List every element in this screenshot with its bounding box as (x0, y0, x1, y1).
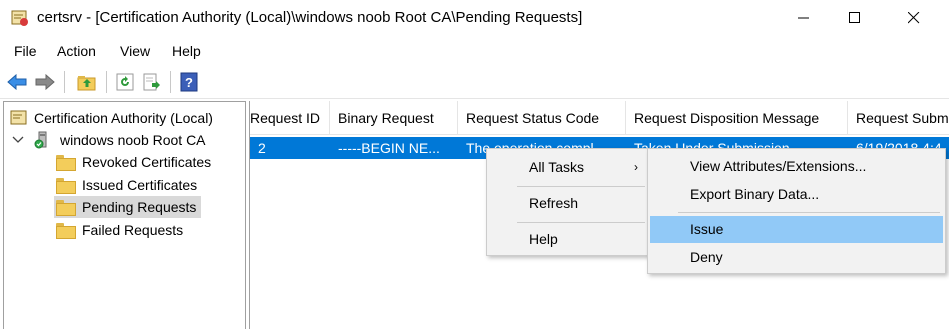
menu-item-view-attributes-extensions[interactable]: View Attributes/Extensions... (650, 151, 943, 181)
tree-item-label: Issued Certificates (82, 177, 198, 193)
tree-item-failed-requests[interactable]: Failed Requests (56, 219, 183, 241)
console-tree: Certification Authority (Local) windows … (3, 101, 246, 329)
export-list-icon[interactable] (141, 71, 163, 93)
tree-item-label: Pending Requests (82, 199, 197, 215)
ca-console-icon (10, 110, 27, 125)
up-folder-icon[interactable] (76, 71, 98, 93)
refresh-icon[interactable] (114, 71, 136, 93)
minimize-button[interactable] (781, 0, 827, 36)
tree-item-revoked-certificates[interactable]: Revoked Certificates (56, 151, 211, 173)
svg-text:?: ? (185, 75, 193, 90)
menu-item-export-binary-data[interactable]: Export Binary Data... (650, 179, 943, 209)
menu-bar: File Action View Help (0, 37, 949, 64)
tree-item-windows-noob-root-ca[interactable]: windows noob Root CA (12, 129, 206, 151)
column-header-request-status-code[interactable]: Request Status Code (458, 101, 626, 135)
forward-arrow-icon[interactable] (34, 71, 56, 93)
toolbar-separator (64, 71, 65, 93)
menu-help[interactable]: Help (172, 43, 201, 59)
certsrv-app-icon[interactable] (11, 9, 29, 27)
tree-item-label: Revoked Certificates (82, 154, 212, 170)
column-header-row: Request ID Binary Request Request Status… (250, 101, 949, 135)
menu-item-refresh[interactable]: Refresh (489, 188, 646, 218)
folder-icon (56, 178, 76, 194)
menu-item-all-tasks[interactable]: All Tasks › (489, 152, 646, 182)
chevron-down-icon[interactable] (12, 134, 24, 146)
tree-item-certification-authority[interactable]: Certification Authority (Local) (10, 107, 213, 129)
cell-binary-request: -----BEGIN NE... (338, 140, 440, 156)
tree-item-label: Certification Authority (Local) (34, 110, 213, 126)
window-title: certsrv - [Certification Authority (Loca… (37, 9, 583, 26)
folder-icon (56, 155, 76, 171)
column-header-request-id[interactable]: Request ID (250, 101, 330, 135)
folder-icon (56, 223, 76, 239)
all-tasks-submenu: View Attributes/Extensions... Export Bin… (647, 148, 946, 274)
toolbar: ? (0, 65, 949, 99)
cell-request-id: 2 (258, 140, 266, 156)
context-menu: All Tasks › Refresh Help (486, 148, 649, 256)
submenu-arrow-icon: › (634, 160, 638, 174)
menu-separator (517, 222, 645, 223)
menu-separator (678, 212, 940, 213)
menu-separator (517, 186, 645, 187)
ca-server-icon (34, 131, 47, 149)
menu-item-label: All Tasks (529, 159, 584, 175)
toolbar-separator (170, 71, 171, 93)
tree-item-issued-certificates[interactable]: Issued Certificates (56, 174, 197, 196)
tree-item-pending-requests[interactable]: Pending Requests (54, 196, 202, 218)
back-arrow-icon[interactable] (6, 71, 28, 93)
folder-icon (56, 200, 76, 216)
title-bar: certsrv - [Certification Authority (Loca… (0, 0, 949, 36)
column-header-request-disposition-message[interactable]: Request Disposition Message (626, 101, 848, 135)
menu-view[interactable]: View (120, 43, 150, 59)
menu-item-help[interactable]: Help (489, 224, 646, 254)
menu-item-issue[interactable]: Issue (650, 216, 943, 243)
menu-item-deny[interactable]: Deny (650, 243, 943, 271)
column-header-request-submission-date[interactable]: Request Submission Date (848, 101, 949, 135)
column-header-binary-request[interactable]: Binary Request (330, 101, 458, 135)
menu-file[interactable]: File (14, 43, 37, 59)
maximize-button[interactable] (832, 0, 878, 36)
tree-item-label: windows noob Root CA (60, 132, 206, 148)
tree-item-label: Failed Requests (82, 222, 184, 238)
menu-action[interactable]: Action (57, 43, 96, 59)
help-icon[interactable]: ? (178, 71, 200, 93)
close-button[interactable] (891, 0, 937, 36)
toolbar-separator (106, 71, 107, 93)
